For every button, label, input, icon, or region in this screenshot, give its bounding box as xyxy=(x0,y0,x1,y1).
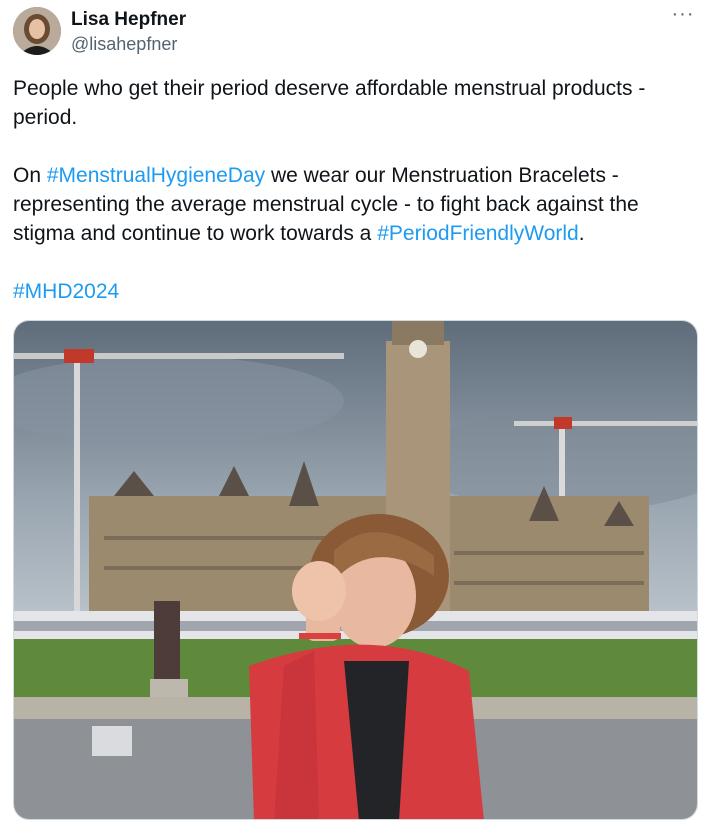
tweet-card: Lisa Hepfner @lisahepfner ··· People who… xyxy=(0,0,710,820)
author-handle[interactable]: @lisahepfner xyxy=(71,33,177,55)
author-avatar[interactable] xyxy=(13,7,61,55)
tweet-paragraph-3: #MHD2024 xyxy=(13,277,693,306)
author-name[interactable]: Lisa Hepfner xyxy=(71,9,186,31)
avatar-image xyxy=(13,7,61,55)
hashtag-link-mhd2024[interactable]: #MHD2024 xyxy=(13,280,119,303)
tweet-text-line-1: People who get their period deserve affo… xyxy=(13,77,646,100)
hashtag-link-menstrualhygieneday[interactable]: #MenstrualHygieneDay xyxy=(47,164,265,187)
hashtag-link-periodfriendlyworld[interactable]: #PeriodFriendlyWorld xyxy=(377,222,579,245)
tweet-paragraph-2: On #MenstrualHygieneDay we wear our Mens… xyxy=(13,161,693,248)
photo-image xyxy=(14,321,697,819)
tweet-text-line-2: period. xyxy=(13,106,78,129)
tweet-text-suffix: . xyxy=(578,222,585,245)
tweet-text: People who get their period deserve affo… xyxy=(13,74,693,306)
tweet-text-prefix: On xyxy=(13,164,47,187)
more-horizontal-icon: ··· xyxy=(671,3,695,25)
tweet-photo[interactable] xyxy=(13,320,698,820)
more-options-button[interactable]: ··· xyxy=(670,4,696,28)
tweet-paragraph-1: People who get their period deserve affo… xyxy=(13,74,693,132)
